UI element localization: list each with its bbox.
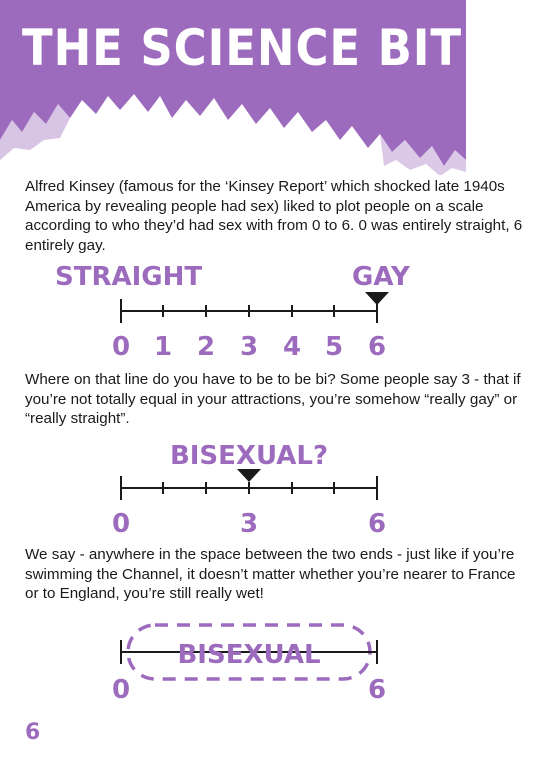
answer-paragraph: We say - anywhere in the space between t…	[25, 546, 516, 602]
page-title: THE SCIENCE BIT	[22, 19, 463, 77]
tick-label: 6	[368, 675, 386, 705]
bisexual-question-label: BISEXUAL?	[170, 441, 328, 471]
tick-label: 4	[283, 332, 301, 360]
bisexual-range-scale: BISEXUAL 0 6	[112, 623, 386, 705]
kinsey-scale-full: STRAIGHT GAY 0 1 2 3 4 5 6	[55, 262, 411, 360]
tick-label: 3	[240, 509, 258, 537]
straight-label: STRAIGHT	[55, 262, 202, 292]
midpoint-marker-icon	[237, 469, 261, 482]
tick-label: 6	[368, 332, 386, 360]
tick-label: 0	[112, 675, 130, 705]
gay-label: GAY	[352, 262, 411, 292]
tick-label: 6	[368, 509, 386, 537]
bisexual-label: BISEXUAL	[177, 640, 320, 670]
intro-paragraph: Alfred Kinsey (famous for the ‘Kinsey Re…	[25, 178, 523, 254]
tick-label: 0	[112, 509, 130, 537]
kinsey-scale-midpoint: BISEXUAL? 0 3 6	[112, 441, 386, 537]
tick-label: 3	[240, 332, 258, 360]
page-number: 6	[25, 720, 41, 745]
question-paragraph: Where on that line do you have to be to …	[25, 371, 521, 427]
tick-label: 0	[112, 332, 130, 360]
tick-label: 1	[154, 332, 172, 360]
tick-label: 5	[325, 332, 343, 360]
tick-label: 2	[197, 332, 215, 360]
